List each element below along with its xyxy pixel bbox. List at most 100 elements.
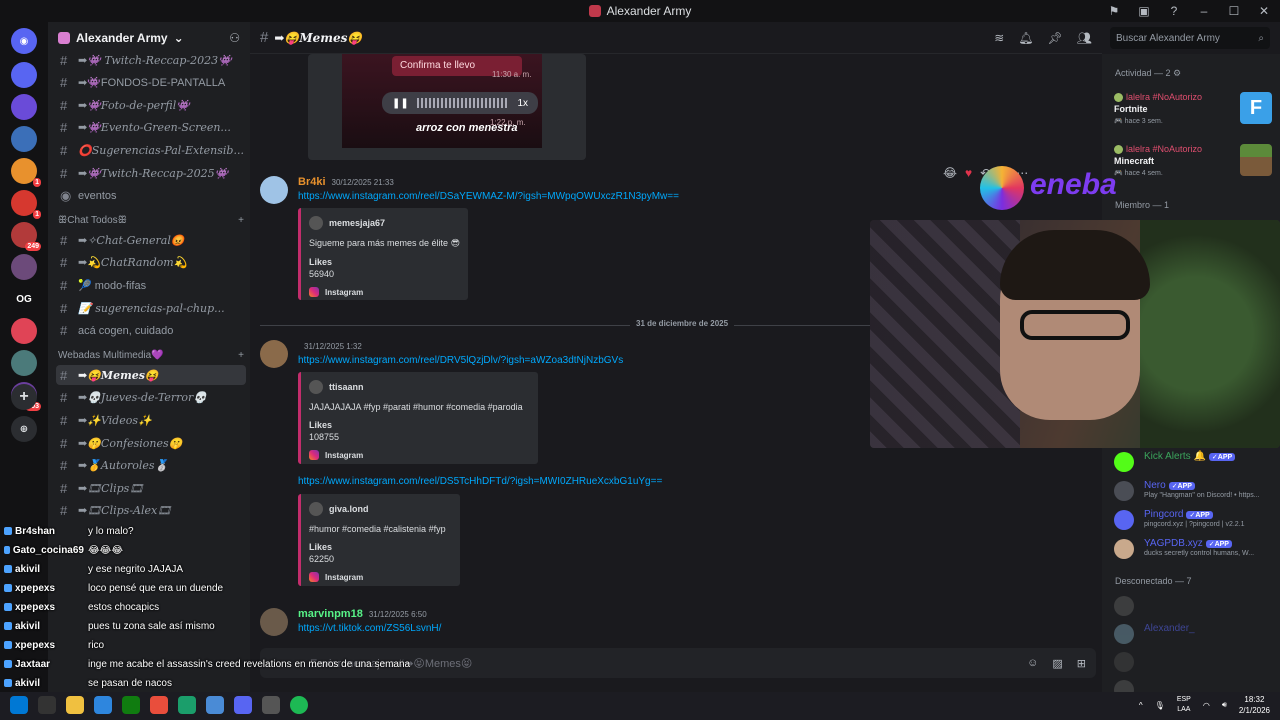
server-icon[interactable]: [11, 318, 37, 344]
heart-reaction-icon[interactable]: ♥: [965, 166, 972, 180]
explorer-icon[interactable]: [66, 696, 84, 714]
start-icon[interactable]: [10, 696, 28, 714]
channel-item[interactable]: # ➡👾FONDOS-DE-PANTALLA: [56, 73, 246, 93]
server-icon[interactable]: [11, 350, 37, 376]
channel-name: ➡😝Memes😝: [78, 368, 159, 382]
message-link[interactable]: https://www.instagram.com/reel/DS5TcHhDF…: [298, 476, 662, 487]
channel-category[interactable]: ꕥChat Todosꕥ +: [58, 212, 244, 228]
channel-item[interactable]: # ➡🎞Clips🎞: [56, 478, 246, 498]
avatar[interactable]: [260, 176, 288, 204]
edge-icon[interactable]: [94, 696, 112, 714]
server-icon[interactable]: 1: [11, 190, 41, 219]
channel-item[interactable]: # ➡🤫Confesiones🤫: [56, 433, 246, 453]
wifi-icon[interactable]: ◠: [1203, 701, 1210, 710]
spotify-icon[interactable]: [290, 696, 308, 714]
channel-item[interactable]: # 📝 sugerencias-pal-chup...: [56, 298, 246, 318]
member-item[interactable]: Kick Alerts 🔔 ✓APP: [1114, 450, 1278, 474]
message-author[interactable]: marvinpm18 31/12/2025 6:50: [298, 608, 427, 620]
member-item[interactable]: Nero ✓APP Play "Hangman" on Discord! • htt…: [1114, 479, 1278, 503]
server-icon[interactable]: OG: [11, 286, 37, 312]
add-channel-icon[interactable]: +: [238, 215, 244, 226]
embed-author[interactable]: memesjaja67: [309, 216, 460, 230]
member-item[interactable]: [1114, 594, 1278, 618]
server-icon[interactable]: 1: [11, 158, 41, 187]
volume-icon[interactable]: 🔊︎: [1222, 700, 1227, 710]
channel-item[interactable]: # 🎾 modo-fifas: [56, 275, 246, 295]
add-channel-icon[interactable]: +: [238, 350, 244, 361]
xbox-icon[interactable]: [122, 696, 140, 714]
server-icon[interactable]: 249: [11, 222, 41, 251]
channel-item[interactable]: # acá cogen, cuidado: [56, 321, 246, 341]
activity-card[interactable]: lalelra #NoAutorizo Fortnite 🎮 hace 3 se…: [1110, 92, 1274, 138]
server-icon[interactable]: [11, 254, 37, 280]
channel-title: ➡😝Memes😝: [274, 30, 363, 45]
search-taskbar-icon[interactable]: [38, 696, 56, 714]
image-icon[interactable]: ▨: [1052, 657, 1062, 670]
maximize-button[interactable]: ☐: [1226, 4, 1242, 18]
embed-avatar: [309, 380, 323, 394]
language-indicator[interactable]: ESP LAA: [1177, 695, 1191, 715]
message-author[interactable]: 31/12/2025 1:32: [298, 340, 362, 352]
avatar[interactable]: [260, 608, 288, 636]
minimize-button[interactable]: –: [1196, 4, 1212, 18]
help-icon[interactable]: ?: [1166, 4, 1182, 18]
discord-home-icon[interactable]: ◉: [11, 28, 37, 54]
server-icon[interactable]: [11, 126, 37, 152]
app-icon-2[interactable]: [206, 696, 224, 714]
member-item[interactable]: YAGPDB.xyz ✓APP ducks secretly control hum…: [1114, 537, 1278, 561]
search-input[interactable]: Buscar Alexander Army ⌕: [1110, 27, 1270, 49]
channel-item[interactable]: # ➡😝Memes😝: [56, 365, 246, 386]
member-status: Play "Hangman" on Discord! • https...: [1144, 492, 1260, 499]
member-item[interactable]: Alexander_: [1114, 622, 1278, 646]
member-item[interactable]: [1114, 650, 1278, 674]
explore-icon[interactable]: ⊕: [11, 416, 37, 442]
message-composer[interactable]: Enviar mensaje a #➡😝Memes😝 ☺ ▨ ⊞: [260, 648, 1096, 678]
embed-author[interactable]: giva.lond: [309, 502, 452, 516]
chrome-icon[interactable]: [150, 696, 168, 714]
gift-icon[interactable]: ⊞: [1077, 657, 1086, 670]
message-link[interactable]: https://www.instagram.com/reel/DSaYEWMAZ…: [298, 191, 679, 202]
channel-item[interactable]: # ➡👾Foto-de-perfil👾: [56, 95, 246, 115]
obs-icon[interactable]: [262, 696, 280, 714]
message-link[interactable]: https://www.instagram.com/reel/DRV5lQzjD…: [298, 355, 623, 366]
screen-icon[interactable]: ▣: [1136, 4, 1152, 18]
mic-icon[interactable]: 🎙︎: [1155, 701, 1165, 710]
clock[interactable]: 18:32 2/1/2026: [1239, 694, 1270, 716]
channel-item[interactable]: # ➡🎞Clips-Alex🎞: [56, 501, 246, 521]
channel-item[interactable]: # ➡👾Twitch-Reccap-2025👾: [56, 163, 246, 183]
channel-category[interactable]: Webadas Multimedia💜 +: [58, 347, 244, 363]
server-icon[interactable]: [11, 94, 37, 120]
member-item[interactable]: [1114, 678, 1278, 692]
category-name: ꕥChat Todosꕥ: [58, 214, 127, 226]
server-icon[interactable]: [11, 62, 37, 88]
channel-item[interactable]: # ➡👾Evento-Green-Screen...: [56, 118, 246, 138]
channel-item[interactable]: # ➡👾 Twitch-Reccap-2023👾: [56, 50, 246, 70]
channel-item[interactable]: # ⭕Sugerencias-Pal-Extensib...: [56, 140, 246, 160]
avatar[interactable]: [260, 340, 288, 368]
app-icon[interactable]: [178, 696, 196, 714]
image-attachment[interactable]: Confirma te llevo 11:30 a. m. ❚❚ 1x 1:22…: [308, 54, 586, 160]
channel-item[interactable]: # ➡✧Chat-General😡: [56, 230, 246, 250]
channel-item[interactable]: # ➡✨Videos✨: [56, 410, 246, 430]
threads-icon[interactable]: ≋: [994, 31, 1004, 45]
message-link[interactable]: https://vt.tiktok.com/ZS56LsvnH/: [298, 623, 441, 634]
laugh-reaction-icon[interactable]: 😂︎: [943, 166, 957, 180]
add-server-icon[interactable]: +: [11, 384, 37, 410]
close-button[interactable]: ✕: [1256, 4, 1272, 18]
inbox-icon[interactable]: ⚑: [1106, 4, 1122, 18]
pin-icon[interactable]: 📌︎: [1048, 31, 1063, 45]
embed-author[interactable]: ttisaann: [309, 380, 530, 394]
members-icon[interactable]: 👥︎: [1077, 31, 1092, 45]
member-item[interactable]: Pingcord ✓APP pingcord.xyz | ?pingcord | v…: [1114, 508, 1278, 532]
embed-avatar: [309, 216, 323, 230]
discord-taskbar-icon[interactable]: [234, 696, 252, 714]
chevron-up-icon[interactable]: ^: [1139, 701, 1143, 710]
channel-item[interactable]: # ➡💀Jueves-de-Terror💀: [56, 388, 246, 408]
channel-item[interactable]: ◉ eventos: [56, 186, 246, 206]
bell-icon[interactable]: 🔔︎: [1018, 31, 1033, 45]
add-member-icon[interactable]: ⚇: [229, 31, 240, 45]
channel-item[interactable]: # ➡💫ChatRandom💫: [56, 253, 246, 273]
emoji-icon[interactable]: ☺: [1027, 657, 1038, 670]
channel-item[interactable]: # ➡🥇Autoroles🥈: [56, 456, 246, 476]
message-author[interactable]: Br4ki 30/12/2025 21:33: [298, 176, 394, 188]
